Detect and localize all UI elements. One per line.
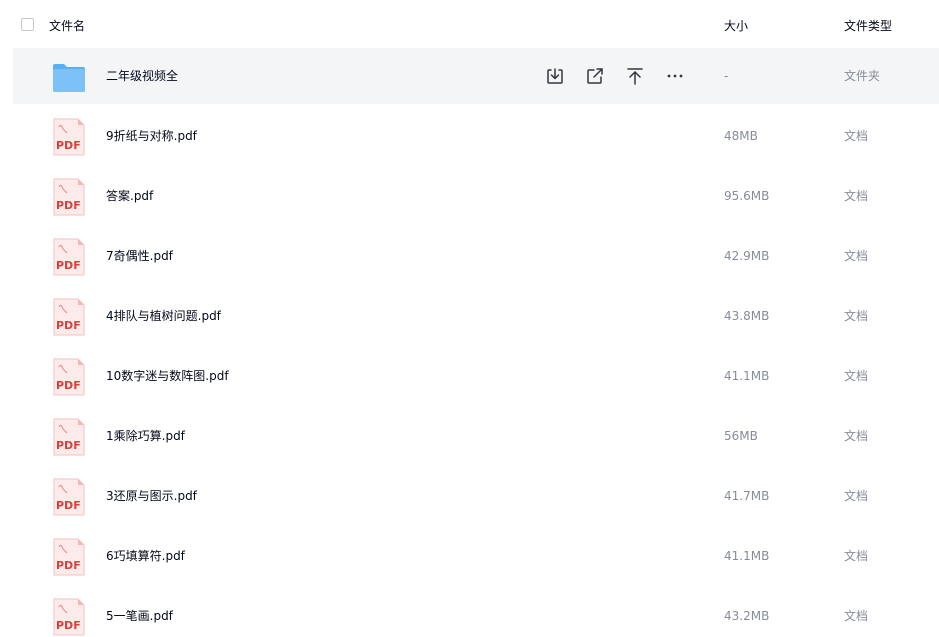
- file-type: 文档: [844, 189, 869, 203]
- file-name[interactable]: 二年级视频全: [106, 68, 178, 84]
- file-row-pdf[interactable]: PDF 答案.pdf 95.6MB 文档: [13, 168, 939, 224]
- more-icon: [667, 74, 683, 78]
- file-list: 文件名 大小 文件类型 二年级视频全 - 文件夹 PDF 9折纸与对称.pdf …: [0, 0, 939, 637]
- download-icon: [547, 68, 563, 84]
- pdf-file-icon: PDF: [53, 418, 85, 456]
- file-type: 文档: [844, 249, 869, 263]
- svg-text:PDF: PDF: [56, 619, 81, 632]
- file-row-pdf[interactable]: PDF 6巧填算符.pdf 41.1MB 文档: [13, 528, 939, 584]
- file-type: 文档: [844, 429, 869, 443]
- file-size: 95.6MB: [724, 189, 770, 203]
- share-icon: [587, 68, 603, 84]
- file-row-pdf[interactable]: PDF 4排队与植树问题.pdf 43.8MB 文档: [13, 288, 939, 344]
- file-type: 文档: [844, 609, 869, 623]
- more-button[interactable]: [663, 64, 687, 88]
- file-type: 文档: [844, 549, 869, 563]
- pin-top-icon: [627, 68, 643, 85]
- file-name[interactable]: 4排队与植树问题.pdf: [106, 308, 221, 324]
- file-type: 文档: [844, 309, 869, 323]
- column-header-type[interactable]: 文件类型: [844, 18, 892, 34]
- file-type: 文档: [844, 489, 869, 503]
- file-size: 41.1MB: [724, 369, 770, 383]
- svg-text:PDF: PDF: [56, 559, 81, 572]
- list-header: 文件名 大小 文件类型: [0, 0, 939, 48]
- file-type: 文档: [844, 129, 869, 143]
- file-size: 56MB: [724, 429, 758, 443]
- svg-text:PDF: PDF: [56, 139, 81, 152]
- pdf-file-icon: PDF: [53, 358, 85, 396]
- select-all-checkbox[interactable]: [21, 18, 34, 31]
- file-size: 43.8MB: [724, 309, 770, 323]
- pin-top-button[interactable]: [623, 64, 647, 88]
- file-name[interactable]: 9折纸与对称.pdf: [106, 128, 197, 144]
- file-size: -: [724, 69, 729, 83]
- file-type: 文档: [844, 369, 869, 383]
- file-name[interactable]: 1乘除巧算.pdf: [106, 428, 185, 444]
- file-size: 41.1MB: [724, 549, 770, 563]
- file-name[interactable]: 10数字迷与数阵图.pdf: [106, 368, 229, 384]
- pdf-file-icon: PDF: [53, 238, 85, 276]
- svg-text:PDF: PDF: [56, 499, 81, 512]
- file-name[interactable]: 3还原与图示.pdf: [106, 488, 197, 504]
- file-size: 48MB: [724, 129, 758, 143]
- svg-text:PDF: PDF: [56, 199, 81, 212]
- pdf-file-icon: PDF: [53, 478, 85, 516]
- file-row-pdf[interactable]: PDF 9折纸与对称.pdf 48MB 文档: [13, 108, 939, 164]
- column-header-name[interactable]: 文件名: [49, 18, 85, 34]
- file-type: 文件夹: [844, 69, 881, 83]
- file-row-pdf[interactable]: PDF 1乘除巧算.pdf 56MB 文档: [13, 408, 939, 464]
- pdf-file-icon: PDF: [53, 538, 85, 576]
- pdf-file-icon: PDF: [53, 598, 85, 636]
- file-size: 41.7MB: [724, 489, 770, 503]
- svg-text:PDF: PDF: [56, 379, 81, 392]
- file-row-pdf[interactable]: PDF 10数字迷与数阵图.pdf 41.1MB 文档: [13, 348, 939, 404]
- file-size: 43.2MB: [724, 609, 770, 623]
- file-name[interactable]: 答案.pdf: [106, 188, 153, 204]
- svg-text:PDF: PDF: [56, 259, 81, 272]
- file-row-pdf[interactable]: PDF 7奇偶性.pdf 42.9MB 文档: [13, 228, 939, 284]
- column-header-size[interactable]: 大小: [724, 18, 748, 34]
- file-row-pdf[interactable]: PDF 5一笔画.pdf 43.2MB 文档: [13, 588, 939, 637]
- pdf-file-icon: PDF: [53, 178, 85, 216]
- file-row-pdf[interactable]: PDF 3还原与图示.pdf 41.7MB 文档: [13, 468, 939, 524]
- file-name[interactable]: 7奇偶性.pdf: [106, 248, 173, 264]
- pdf-file-icon: PDF: [53, 298, 85, 336]
- svg-text:PDF: PDF: [56, 439, 81, 452]
- svg-text:PDF: PDF: [56, 319, 81, 332]
- file-size: 42.9MB: [724, 249, 770, 263]
- share-button[interactable]: [583, 64, 607, 88]
- folder-icon: [53, 64, 85, 92]
- file-name[interactable]: 6巧填算符.pdf: [106, 548, 185, 564]
- file-row-folder[interactable]: 二年级视频全 - 文件夹: [13, 48, 939, 104]
- download-button[interactable]: [543, 64, 567, 88]
- pdf-file-icon: PDF: [53, 118, 85, 156]
- file-name[interactable]: 5一笔画.pdf: [106, 608, 173, 624]
